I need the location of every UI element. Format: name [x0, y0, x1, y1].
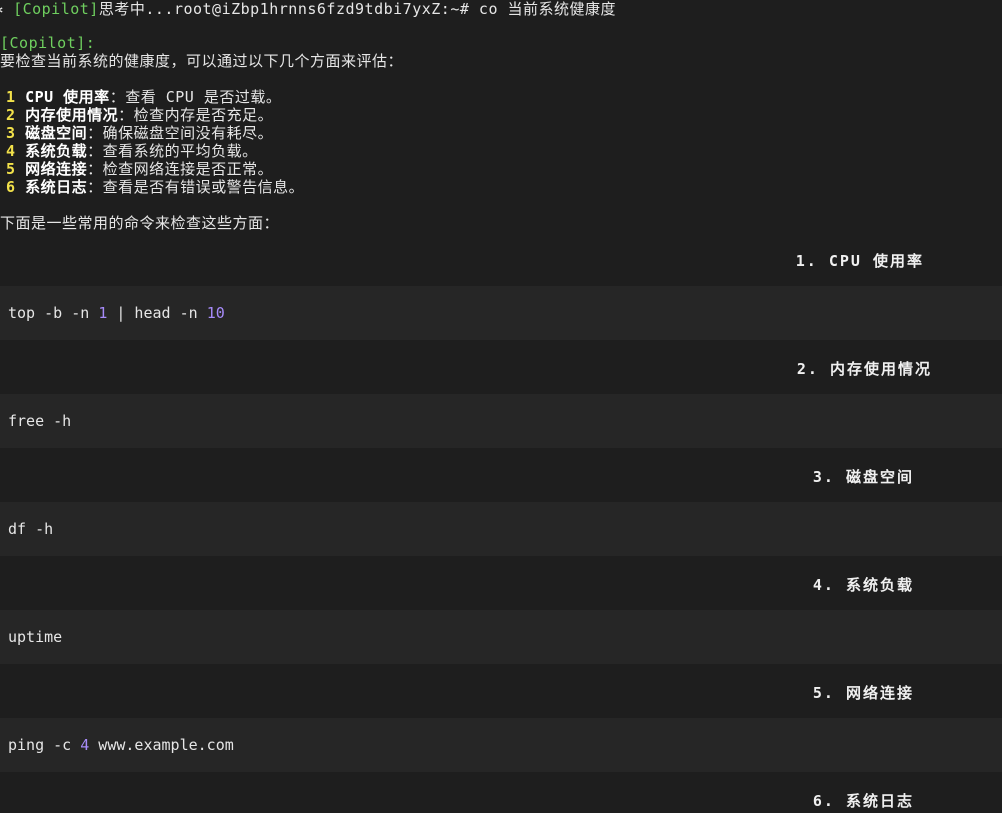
section-heading-band: 5. 网络连接 [0, 664, 1002, 718]
aspect-item-desc: ：检查内存是否充足。 [118, 106, 274, 124]
code-block[interactable]: ping -c 4 www.example.com [0, 718, 1002, 772]
aspect-item-number: 6 [6, 178, 26, 196]
code-command: free -h [8, 412, 71, 430]
aspect-item-title: CPU 使用率 [25, 88, 110, 106]
aspect-item: 2 内存使用情况：检查内存是否充足。 [6, 106, 273, 124]
code-token: ping -c [8, 736, 81, 754]
aspect-item-number: 5 [6, 160, 26, 178]
aspect-item-desc: ：查看系统的平均负载。 [87, 142, 258, 160]
aspect-item-number: 1 [6, 88, 26, 106]
section-heading: 4. 系统负载 [812, 576, 914, 594]
prompt-prefix: ✲ [0, 0, 13, 18]
aspect-item-number: 2 [6, 106, 26, 124]
prompt-user-host: root@iZbp1hrnns6fzd9tdbi7yxZ:~# [173, 0, 470, 18]
aspect-item-title: 系统负载 [25, 142, 88, 160]
code-block[interactable]: top -b -n 1 | head -n 10 [0, 286, 1002, 340]
code-token: uptime [8, 628, 63, 646]
response-tag: [Copilot]: [0, 34, 96, 52]
code-command: top -b -n 1 | head -n 10 [8, 304, 225, 322]
code-command: df -h [8, 520, 53, 538]
code-number: 4 [80, 736, 90, 754]
section-heading-band: 2. 内存使用情况 [0, 340, 1002, 394]
code-token: free -h [8, 412, 72, 430]
code-number: 1 [98, 304, 108, 322]
aspect-item-number: 4 [6, 142, 26, 160]
aspect-item: 6 系统日志：查看是否有错误或警告信息。 [6, 178, 304, 196]
aspect-item: 3 磁盘空间：确保磁盘空间没有耗尽。 [6, 124, 273, 142]
prompt-line: ✲ [Copilot]思考中...root@iZbp1hrnns6fzd9tdb… [0, 0, 616, 18]
prompt-thinking: 思考中... [98, 0, 174, 18]
section-heading: 3. 磁盘空间 [812, 468, 914, 486]
code-command: uptime [8, 628, 62, 646]
prompt-command: co 当前系统健康度 [469, 0, 617, 18]
section-heading-band: 1. CPU 使用率 [0, 232, 1002, 286]
aspect-item: 1 CPU 使用率：查看 CPU 是否过载。 [6, 88, 281, 106]
code-block[interactable]: uptime [0, 610, 1002, 664]
aspect-item-title: 系统日志 [25, 178, 88, 196]
code-token: | head -n [107, 304, 207, 322]
code-token: www.example.com [89, 736, 234, 754]
code-block[interactable]: df -h [0, 502, 1002, 556]
section-heading-band: 4. 系统负载 [0, 556, 1002, 610]
code-block[interactable]: free -h [0, 394, 1002, 448]
terminal-window[interactable]: ✲ [Copilot]思考中...root@iZbp1hrnns6fzd9tdb… [0, 0, 1002, 813]
aspect-item-number: 3 [6, 124, 26, 142]
code-number: 10 [206, 304, 225, 322]
aspect-item-desc: ：查看 CPU 是否过载。 [109, 88, 282, 106]
section-heading: 1. CPU 使用率 [795, 252, 924, 270]
code-token: top -b -n [8, 304, 99, 322]
aspect-item: 5 网络连接：检查网络连接是否正常。 [6, 160, 273, 178]
aspect-item-desc: ：检查网络连接是否正常。 [87, 160, 274, 178]
section-heading: 5. 网络连接 [812, 684, 914, 702]
commands-intro: 下面是一些常用的命令来检查这些方面： [0, 214, 280, 232]
prompt-tag: [Copilot] [13, 0, 99, 18]
aspect-item-title: 网络连接 [25, 160, 88, 178]
code-command: ping -c 4 www.example.com [8, 736, 234, 754]
section-heading-band: 6. 系统日志 [0, 772, 1002, 813]
section-heading: 2. 内存使用情况 [796, 360, 932, 378]
aspect-item-title: 磁盘空间 [25, 124, 88, 142]
aspect-item: 4 系统负载：查看系统的平均负载。 [6, 142, 258, 160]
aspect-item-title: 内存使用情况 [25, 106, 119, 124]
code-token: df -h [8, 520, 54, 538]
aspect-item-desc: ：确保磁盘空间没有耗尽。 [87, 124, 274, 142]
section-heading: 6. 系统日志 [812, 792, 914, 810]
response-intro: 要检查当前系统的健康度，可以通过以下几个方面来评估： [0, 52, 404, 70]
aspect-item-desc: ：查看是否有错误或警告信息。 [87, 178, 305, 196]
section-heading-band: 3. 磁盘空间 [0, 448, 1002, 502]
